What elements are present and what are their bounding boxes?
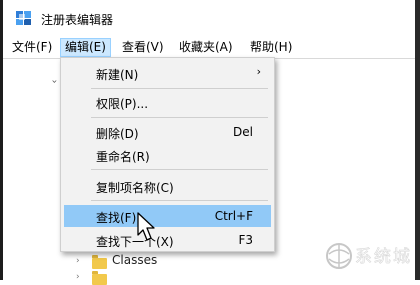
shortcut-label: Ctrl+F [214,209,253,223]
menu-item-rename[interactable]: 重命名(R) [64,144,271,166]
menu-bar: 文件(F) 编辑(E) 查看(V) 收藏夹(A) 帮助(H) [3,36,415,58]
expand-chevron-icon[interactable]: › [49,80,60,84]
menu-divider [91,117,268,118]
menu-item-copy-key-name[interactable]: 复制项名称(C) [64,175,271,197]
menu-help[interactable]: 帮助(H) [246,39,296,56]
globe-logo-icon [326,243,352,269]
shortcut-label: Del [233,125,253,139]
menu-divider [91,169,268,170]
edit-menu-dropdown: 新建(N) › 权限(P)... 删除(D) Del 重命名(R) 复制项名称(… [60,57,275,252]
registry-editor-icon [16,11,31,25]
menu-item-label: 新建(N) [96,68,139,82]
folder-icon [92,255,107,269]
watermark-text: 系统城 [355,247,412,268]
menu-view[interactable]: 查看(V) [118,39,168,56]
menu-item-label: 权限(P)... [96,97,149,111]
menu-item-label: 复制项名称(C) [96,181,174,195]
chevron-right-icon: › [256,65,261,78]
menu-favorites[interactable]: 收藏夹(A) [175,39,237,56]
menu-item-new[interactable]: 新建(N) › [64,62,271,84]
site-watermark: 系统城 [325,238,417,276]
menu-item-find[interactable]: 查找(F)... Ctrl+F [64,205,271,227]
shortcut-label: F3 [238,233,253,247]
menu-item-label: 重命名(R) [96,150,150,164]
mouse-pointer-icon [137,212,155,241]
menu-item-delete[interactable]: 删除(D) Del [64,121,271,143]
menu-file[interactable]: 文件(F) [8,39,56,56]
menu-item-permissions[interactable]: 权限(P)... [64,91,271,113]
menu-item-find-next[interactable]: 查找下一个(X) F3 [64,229,271,251]
expand-chevron-icon[interactable]: › [76,272,80,282]
menu-edit[interactable]: 编辑(E) [60,38,111,57]
menu-item-label: 查找下一个(X) [96,235,174,249]
menu-divider [91,200,268,201]
menu-divider [91,88,268,89]
tree-item-classes[interactable]: Classes [112,253,157,267]
expand-chevron-icon[interactable]: › [76,256,80,266]
title-bar[interactable]: 注册表编辑器 [3,0,415,36]
menu-item-label: 删除(D) [96,127,139,141]
window-title: 注册表编辑器 [41,13,114,27]
